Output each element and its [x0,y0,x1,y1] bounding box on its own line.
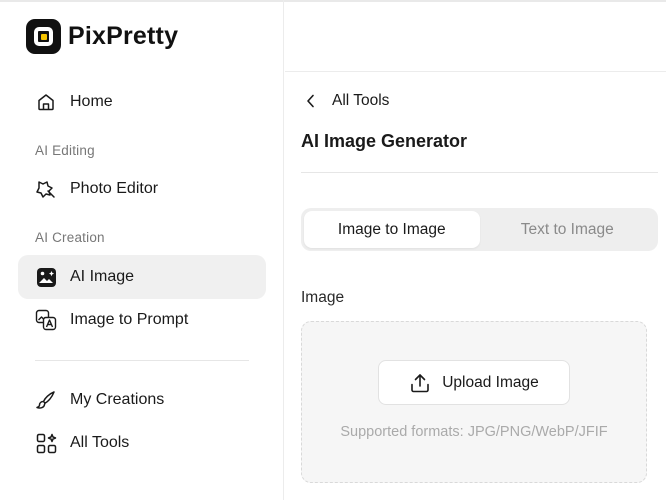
sidebar-item-label: Image to Prompt [70,311,189,328]
upload-button-label: Upload Image [442,373,539,391]
image-dropzone[interactable]: Upload Image Supported formats: JPG/PNG/… [301,321,647,483]
sidebar-item-ai-image[interactable]: AI Image [18,255,266,299]
sidebar-item-label: Photo Editor [70,180,159,197]
tab-image-to-image[interactable]: Image to Image [304,211,480,248]
back-link-label: All Tools [332,92,390,109]
section-label-ai-editing: AI Editing [35,143,95,158]
grid-icon [35,432,57,454]
sidebar-item-home[interactable]: Home [18,80,266,124]
title-divider [301,172,658,173]
sidebar-divider [35,360,249,361]
chevron-left-icon [306,92,320,110]
upload-icon [409,372,431,394]
supported-formats-note: Supported formats: JPG/PNG/WebP/JFIF [340,424,608,440]
brand-name: PixPretty [68,22,179,50]
brand-logo[interactable]: PixPretty [26,19,178,54]
sidebar-item-label: AI Image [70,268,135,285]
sidebar-item-my-creations[interactable]: My Creations [18,378,266,422]
sidebar-item-all-tools[interactable]: All Tools [18,421,266,465]
mode-tabs: Image to Image Text to Image [301,208,658,251]
logo-icon [26,19,61,54]
upload-image-button[interactable]: Upload Image [378,360,570,405]
ai-image-icon [35,266,57,288]
image-to-prompt-icon [35,309,57,331]
home-icon [35,91,57,113]
sidebar: PixPretty Home AI Editing Photo Editor A… [0,0,284,500]
sidebar-item-label: All Tools [70,434,130,451]
sidebar-item-label: Home [70,93,113,110]
section-label-ai-creation: AI Creation [35,230,105,245]
brush-icon [35,389,57,411]
photo-editor-icon [35,178,57,200]
sidebar-item-image-to-prompt[interactable]: Image to Prompt [18,298,266,342]
sidebar-item-photo-editor[interactable]: Photo Editor [18,167,266,211]
image-field-label: Image [301,289,345,306]
page-title: AI Image Generator [301,131,468,151]
main-header-border [285,71,666,72]
tab-text-to-image[interactable]: Text to Image [480,211,656,248]
sidebar-item-label: My Creations [70,391,165,408]
back-to-all-tools-link[interactable]: All Tools [306,92,389,110]
